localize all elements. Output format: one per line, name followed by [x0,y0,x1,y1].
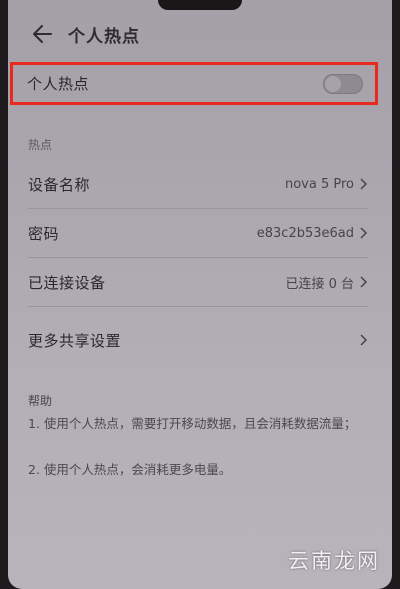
page-title: 个人热点 [68,26,140,47]
device-name-row[interactable]: 设备名称 nova 5 Pro [28,160,368,208]
help-item-2: 2. 使用个人热点，会消耗更多电量。 [28,462,232,477]
hotspot-toggle-label: 个人热点 [27,75,90,93]
connected-devices-value: 已连接 0 台 [285,276,354,292]
section-label: 热点 [28,138,53,152]
chevron-right-icon [360,276,368,288]
divider [28,306,368,307]
device-name-value: nova 5 Pro [284,176,354,192]
watermark: 云南龙网 [288,549,380,573]
more-sharing-settings-label: 更多共享设置 [28,331,122,350]
help-title: 帮助 [28,394,53,408]
phone-frame: 个人热点 个人热点 热点 设备名称 nova 5 Pro 密码 e83c2b53… [0,0,400,589]
connected-devices-label: 已连接设备 [28,273,106,292]
device-name-label: 设备名称 [28,175,91,194]
hotspot-toggle-row[interactable]: 个人热点 [10,62,378,105]
chevron-right-icon [360,334,368,346]
more-sharing-settings-row[interactable]: 更多共享设置 [28,316,368,364]
arrow-left-icon [33,25,52,43]
password-row[interactable]: 密码 e83c2b53e6ad [28,209,368,257]
help-item-1: 1. 使用个人热点，需要打开移动数据，且会消耗数据流量； [28,416,357,431]
password-value: e83c2b53e6ad [256,225,354,241]
screen: 个人热点 个人热点 热点 设备名称 nova 5 Pro 密码 e83c2b53… [8,0,392,589]
connected-devices-row[interactable]: 已连接设备 已连接 0 台 [28,258,368,306]
toggle-knob [325,75,341,92]
back-button[interactable] [22,14,62,54]
chevron-right-icon [360,178,368,190]
password-label: 密码 [28,224,60,243]
camera-notch [158,0,242,10]
hotspot-toggle-switch[interactable] [323,73,363,94]
app-header: 个人热点 [8,14,392,54]
chevron-right-icon [360,227,368,239]
